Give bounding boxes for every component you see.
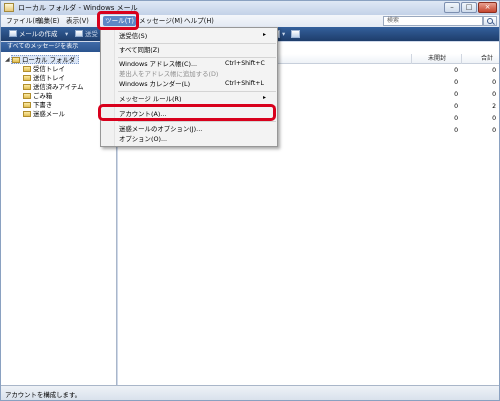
new-mail-icon <box>9 30 17 37</box>
search-input[interactable]: 検索 <box>383 16 483 26</box>
folder-outbox[interactable]: 送信トレイ <box>23 74 65 83</box>
folder-label: 迷惑メール <box>33 110 65 118</box>
folder-icon <box>12 57 20 63</box>
shortcut-label: Ctrl+Shift+L <box>225 80 264 87</box>
folder-label: 受信トレイ <box>33 65 65 73</box>
folder-sent[interactable]: 送信済みアイテム <box>23 83 84 92</box>
menu-separator <box>118 91 276 92</box>
title-bar[interactable]: ローカル フォルダ - Windows メール – □ × <box>1 1 499 15</box>
menu-item-address-book[interactable]: Windows アドレス帳(C)... Ctrl+Shift+C <box>119 59 275 69</box>
submenu-arrow-icon: ▸ <box>263 31 267 38</box>
status-bar: アカウントを構成します。 <box>1 385 499 400</box>
menu-item-label: メッセージ ルール(R) <box>119 95 182 103</box>
menu-bar: ファイル(F) 編集(E) 表示(V) ツール(T) メッセージ(M) ヘルプ(… <box>1 15 499 27</box>
send-receive-icon <box>75 30 83 37</box>
menu-edit[interactable]: 編集(E) <box>35 16 62 26</box>
menu-item-message-rules[interactable]: メッセージ ルール(R) <box>119 94 275 104</box>
menu-item-junk-options[interactable]: 迷惑メールのオプション(J)... <box>119 124 275 134</box>
menu-item-label: 差出人をアドレス帳に追加する(D) <box>119 70 219 78</box>
column-total[interactable]: 合計 <box>481 54 493 64</box>
total-count: 0 <box>492 67 496 74</box>
sent-items-icon <box>23 84 31 90</box>
folder-inbox[interactable]: 受信トレイ <box>23 65 65 74</box>
send-receive-label: 送受 <box>85 30 98 38</box>
menu-item-label: オプション(O)... <box>119 135 168 143</box>
unread-count: 0 <box>454 103 458 110</box>
junk-mail-icon <box>23 111 31 117</box>
compose-label: メールの作成 <box>19 30 58 38</box>
menu-item-label: 送受信(S) <box>119 32 148 40</box>
menu-item-label: Windows カレンダー(L) <box>119 80 191 88</box>
menu-help[interactable]: ヘルプ(H) <box>182 16 216 26</box>
unread-count: 0 <box>454 79 458 86</box>
menu-separator <box>118 121 276 122</box>
menu-item-calendar[interactable]: Windows カレンダー(L) Ctrl+Shift+L <box>119 79 275 89</box>
total-count: 0 <box>492 79 496 86</box>
collapse-icon[interactable]: ◢ <box>5 56 10 63</box>
send-receive-button[interactable]: 送受 <box>75 29 98 39</box>
shortcut-label: Ctrl+Shift+C <box>225 60 265 67</box>
menu-item-options[interactable]: オプション(O)... <box>119 134 275 144</box>
dropdown-arrow-icon[interactable]: ▾ <box>282 29 285 39</box>
tools-menu: 送受信(S) ▸ すべて同期(Z) Windows アドレス帳(C)... Ct… <box>100 27 278 147</box>
unread-count: 0 <box>454 115 458 122</box>
search-icon[interactable] <box>483 16 497 26</box>
menu-item-label: Windows アドレス帳(C)... <box>119 60 198 68</box>
total-count: 0 <box>492 127 496 134</box>
compose-button[interactable]: メールの作成 <box>9 29 57 39</box>
dropdown-arrow-icon[interactable]: ▾ <box>65 29 68 39</box>
outbox-icon <box>23 75 31 81</box>
total-count: 0 <box>492 115 496 122</box>
folder-junk[interactable]: 迷惑メール <box>23 110 65 119</box>
layout-icon[interactable] <box>291 30 300 38</box>
unread-count: 0 <box>454 67 458 74</box>
folder-drafts[interactable]: 下書き <box>23 101 52 110</box>
folder-label: ごみ箱 <box>33 92 53 100</box>
menu-separator <box>118 43 276 44</box>
minimize-button[interactable]: – <box>444 2 460 13</box>
drafts-icon <box>23 102 31 108</box>
menu-separator <box>118 57 276 58</box>
folder-trash[interactable]: ごみ箱 <box>23 92 52 101</box>
unread-count: 0 <box>454 127 458 134</box>
total-count: 0 <box>492 91 496 98</box>
column-divider[interactable] <box>411 54 412 64</box>
total-count: 2 <box>492 103 496 110</box>
submenu-arrow-icon: ▸ <box>263 94 267 101</box>
windows-mail-icon <box>4 3 14 12</box>
trash-icon <box>23 93 31 99</box>
status-text: アカウントを構成します。 <box>5 391 82 399</box>
folder-label: 送信トレイ <box>33 74 65 82</box>
close-button[interactable]: × <box>478 2 497 13</box>
menu-message[interactable]: メッセージ(M) <box>137 16 185 26</box>
menu-item-add-sender: 差出人をアドレス帳に追加する(D) <box>119 69 275 79</box>
inbox-icon <box>23 66 31 72</box>
unread-count: 0 <box>454 91 458 98</box>
column-divider[interactable] <box>461 54 462 64</box>
folder-local-folders[interactable]: ローカル フォルダ <box>11 55 80 64</box>
tools-menu-highlight <box>97 11 139 30</box>
folder-label: ローカル フォルダ <box>22 56 76 64</box>
menu-view[interactable]: 表示(V) <box>64 16 91 26</box>
folder-label: 送信済みアイテム <box>33 83 84 91</box>
maximize-button[interactable]: □ <box>461 2 477 13</box>
mail-window: ローカル フォルダ - Windows メール – □ × ファイル(F) 編集… <box>0 0 500 401</box>
folder-label: 下書き <box>33 101 53 109</box>
column-unread[interactable]: 未開封 <box>428 54 446 64</box>
menu-gutter <box>101 28 115 146</box>
menu-item-send-receive[interactable]: 送受信(S) <box>119 31 275 41</box>
accounts-item-highlight <box>98 104 276 121</box>
menu-item-sync-all[interactable]: すべて同期(Z) <box>119 45 275 55</box>
menu-item-label: すべて同期(Z) <box>119 46 160 54</box>
menu-item-label: 迷惑メールのオプション(J)... <box>119 125 203 133</box>
